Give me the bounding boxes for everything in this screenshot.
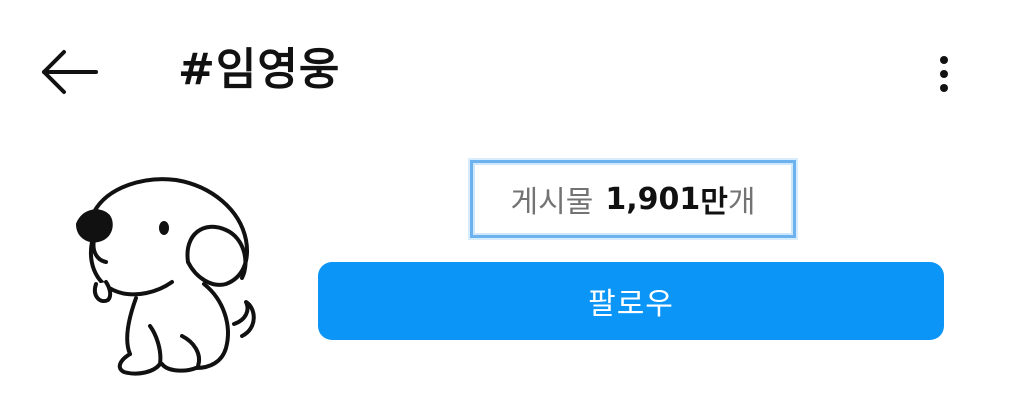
post-count-value: 1,901 xyxy=(605,181,701,217)
post-count-unit-strong: 만 xyxy=(700,185,728,220)
post-count: 게시물 1,901 만 개 xyxy=(470,160,796,238)
avatar xyxy=(36,150,280,394)
puppy-drawing xyxy=(76,177,256,376)
post-count-label: 게시물 xyxy=(510,185,594,220)
page-title: #임영웅 xyxy=(178,44,341,95)
more-options-button[interactable] xyxy=(928,48,960,96)
more-vertical-icon-dot xyxy=(940,70,948,78)
more-vertical-icon-dot xyxy=(940,84,948,92)
more-vertical-icon xyxy=(940,56,948,64)
hashtag-page: #임영웅 게시물 1,901 만 개 팔로우 xyxy=(0,0,1024,410)
arrow-left-icon xyxy=(42,50,98,94)
follow-button[interactable]: 팔로우 xyxy=(318,262,944,340)
post-count-unit: 개 xyxy=(727,185,756,220)
back-button[interactable] xyxy=(36,48,100,96)
